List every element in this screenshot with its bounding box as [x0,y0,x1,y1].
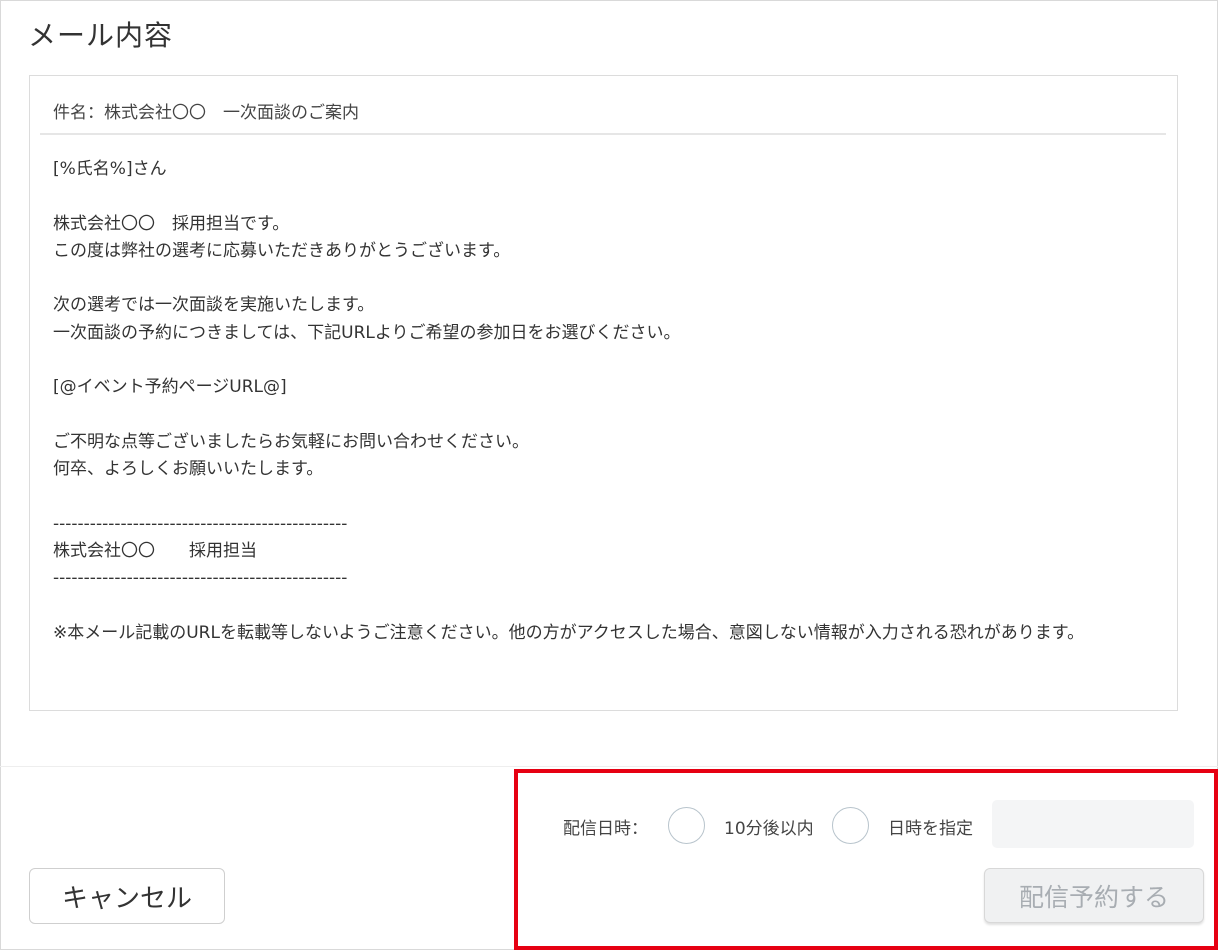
radio-within-10-minutes-label: 10分後以内 [724,819,814,839]
mail-body-line: 次の選考では一次面談を実施いたします。 [53,295,375,316]
mail-signature: 株式会社〇〇 採用担当 [53,541,257,562]
page-title: メール内容 [28,19,174,52]
radio-specify-datetime-label: 日時を指定 [888,819,973,839]
footer-divider [0,766,1218,767]
mail-body-line: [@イベント予約ページURL@] [53,377,287,398]
mail-body-line [53,484,1153,511]
mail-content-box: 件名：株式会社〇〇 一次面談のご案内 [%氏名%]さん 株式会社〇〇 採用担当で… [29,75,1178,711]
datetime-input[interactable] [992,800,1194,848]
mail-body-line [53,265,1153,292]
cancel-button[interactable]: キャンセル [29,868,225,924]
mail-body: [%氏名%]さん 株式会社〇〇 採用担当です。 この度は弊社の選考に応募いただき… [53,156,1153,647]
mail-body-line: ご不明な点等ございましたらお気軽にお問い合わせください。 [53,431,529,452]
schedule-delivery-button[interactable]: 配信予約する [984,868,1204,923]
mail-body-line [53,347,1153,374]
mail-notice: ※本メール記載のURLを転載等しないようご注意ください。他の方がアクセスした場合… [53,623,1085,644]
mail-signature-rule: ----------------------------------------… [53,568,348,589]
mail-signature-rule: ----------------------------------------… [53,513,348,534]
mail-body-line: 何卒、よろしくお願いいたします。 [53,459,324,480]
mail-subject: 件名：株式会社〇〇 一次面談のご案内 [53,103,359,123]
mail-body-line [53,593,1153,620]
mail-body-line: この度は弊社の選考に応募いただきありがとうございます。 [53,240,511,261]
radio-within-10-minutes[interactable] [668,807,705,844]
mail-body-line: [%氏名%]さん [53,159,167,179]
radio-specify-datetime[interactable] [832,807,869,844]
mail-body-line [53,183,1153,210]
delivery-datetime-label: 配信日時： [563,819,648,839]
subject-divider [40,133,1166,135]
mail-body-line: 株式会社〇〇 採用担当です。 [53,213,290,234]
mail-body-line: 一次面談の予約につきましては、下記URLよりご希望の参加日をお選びください。 [53,322,681,343]
mail-body-line [53,402,1153,429]
